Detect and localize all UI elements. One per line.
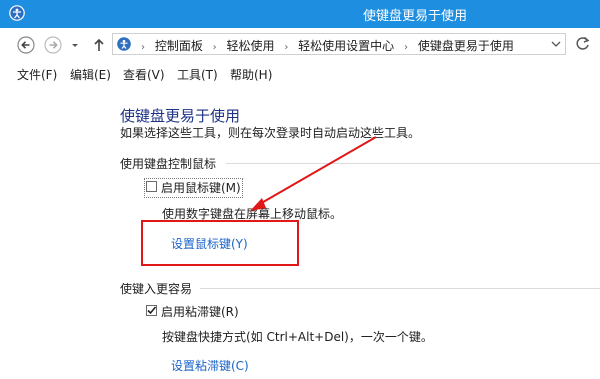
- menu-help[interactable]: 帮助(H): [230, 66, 272, 83]
- up-arrow-icon[interactable]: [91, 36, 107, 54]
- section-divider: [226, 163, 600, 164]
- forward-arrow-icon[interactable]: [44, 36, 62, 54]
- menu-tools[interactable]: 工具(T): [177, 66, 218, 83]
- breadcrumb-item[interactable]: 使键盘更易于使用: [418, 39, 514, 53]
- menu-edit[interactable]: 编辑(E): [70, 66, 111, 83]
- menu-bar: 文件(F) 编辑(E) 查看(V) 工具(T) 帮助(H): [0, 62, 600, 87]
- page-subtitle: 如果选择这些工具，则在每次登录时自动启动这些工具。: [120, 126, 421, 140]
- breadcrumb-item[interactable]: 轻松使用: [227, 39, 275, 53]
- sticky-keys-label[interactable]: 启用粘滞键(R): [161, 303, 239, 320]
- checkmark-icon: [147, 306, 157, 315]
- address-bar[interactable]: › 控制面板 › 轻松使用 › 轻松使用设置中心 › 使键盘更易于使用: [112, 33, 566, 55]
- menu-file[interactable]: 文件(F): [17, 66, 57, 83]
- breadcrumb-separator-icon: ›: [284, 42, 289, 53]
- breadcrumb-separator-icon: ›: [141, 42, 145, 53]
- breadcrumb-separator-icon: ›: [404, 42, 409, 53]
- annotation-highlight-box: [141, 220, 299, 266]
- mouse-keys-label[interactable]: 启用鼠标键(M): [161, 179, 241, 196]
- section-divider: [200, 288, 600, 289]
- breadcrumb-separator-icon: ›: [212, 42, 217, 53]
- breadcrumb-item[interactable]: 控制面板: [155, 39, 203, 53]
- chevron-down-icon[interactable]: [70, 38, 80, 52]
- page-title: 使键盘更易于使用: [120, 107, 241, 125]
- refresh-icon[interactable]: [572, 34, 594, 54]
- window-title: 使键盘更易于使用: [362, 9, 467, 24]
- menu-view[interactable]: 查看(V): [123, 66, 165, 83]
- set-up-sticky-keys-link[interactable]: 设置粘滞键(C): [171, 357, 249, 374]
- back-arrow-icon[interactable]: [17, 36, 35, 54]
- sticky-keys-description: 按键盘快捷方式(如 Ctrl+Alt+Del)，一次一个键。: [162, 330, 433, 344]
- control-panel-icon: [116, 36, 132, 52]
- breadcrumb: › 控制面板 › 轻松使用 › 轻松使用设置中心 › 使键盘更易于使用: [135, 37, 514, 54]
- section-heading-mouse: 使用键盘控制鼠标: [120, 157, 217, 171]
- sticky-keys-checkbox[interactable]: [146, 305, 157, 316]
- mouse-keys-checkbox[interactable]: [146, 181, 157, 192]
- address-dropdown-icon[interactable]: [549, 36, 563, 52]
- section-heading-typing: 使键入更容易: [120, 282, 193, 296]
- breadcrumb-item[interactable]: 轻松使用设置中心: [298, 39, 394, 53]
- title-bar: 使键盘更易于使用: [0, 0, 600, 28]
